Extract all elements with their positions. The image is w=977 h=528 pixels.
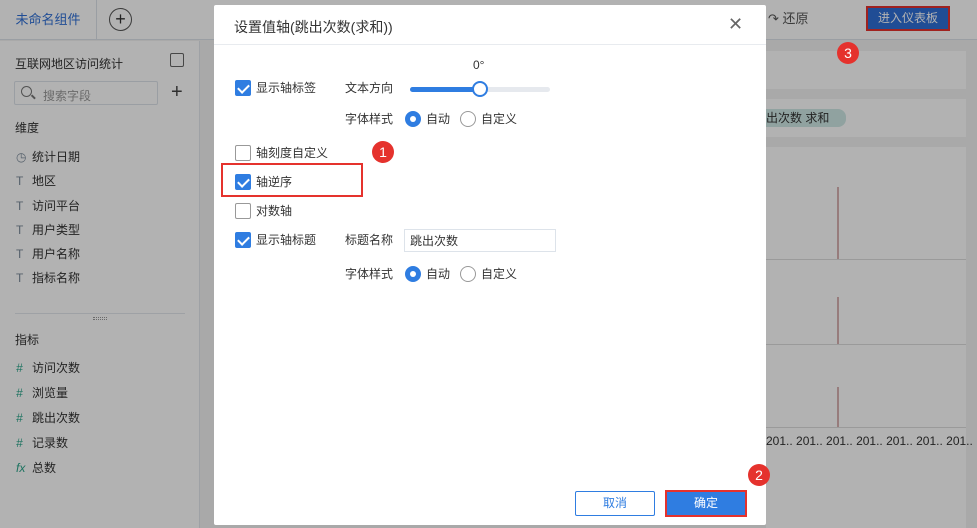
step-badge-2: 2 <box>748 464 770 486</box>
show-axis-label-checkbox[interactable] <box>235 80 251 96</box>
font-auto-radio[interactable] <box>405 111 421 127</box>
title-font-custom-label: 自定义 <box>481 267 518 281</box>
axis-settings-dialog: 设置值轴(跳出次数(求和)) ✕ 显示轴标签 文本方向 0° 字体样式 自动 自… <box>214 5 766 525</box>
show-axis-title-label: 显示轴标题 <box>256 233 317 247</box>
custom-scale-label: 轴刻度自定义 <box>256 146 329 160</box>
ok-button[interactable]: 确定 <box>665 490 747 517</box>
close-icon[interactable]: ✕ <box>728 15 743 33</box>
cancel-button[interactable]: 取消 <box>575 491 655 516</box>
rotation-degree: 0° <box>473 58 485 72</box>
custom-scale-checkbox[interactable] <box>235 145 251 161</box>
text-direction-slider[interactable] <box>410 81 550 97</box>
title-font-custom-radio[interactable] <box>460 266 476 282</box>
font-style-label: 字体样式 <box>345 112 394 126</box>
dialog-title: 设置值轴(跳出次数(求和)) <box>234 19 393 35</box>
title-font-auto-radio[interactable] <box>405 266 421 282</box>
log-axis-label: 对数轴 <box>256 204 293 218</box>
dialog-header: 设置值轴(跳出次数(求和)) ✕ <box>214 5 766 45</box>
title-font-auto-label: 自动 <box>426 267 451 281</box>
slider-fill <box>410 87 480 92</box>
font-auto-label: 自动 <box>426 112 451 126</box>
font-style-label: 字体样式 <box>345 267 394 281</box>
reverse-axis-label: 轴逆序 <box>256 175 293 189</box>
show-axis-title-checkbox[interactable] <box>235 232 251 248</box>
slider-thumb[interactable] <box>472 81 488 97</box>
font-custom-label: 自定义 <box>481 112 518 126</box>
title-name-input[interactable] <box>404 229 556 252</box>
text-direction-label: 文本方向 <box>345 81 394 95</box>
step-badge-3: 3 <box>837 42 859 64</box>
reverse-axis-checkbox[interactable] <box>235 174 251 190</box>
step-badge-1: 1 <box>372 141 394 163</box>
log-axis-checkbox[interactable] <box>235 203 251 219</box>
title-name-label: 标题名称 <box>345 233 394 247</box>
font-custom-radio[interactable] <box>460 111 476 127</box>
show-axis-label-text: 显示轴标签 <box>256 81 317 95</box>
